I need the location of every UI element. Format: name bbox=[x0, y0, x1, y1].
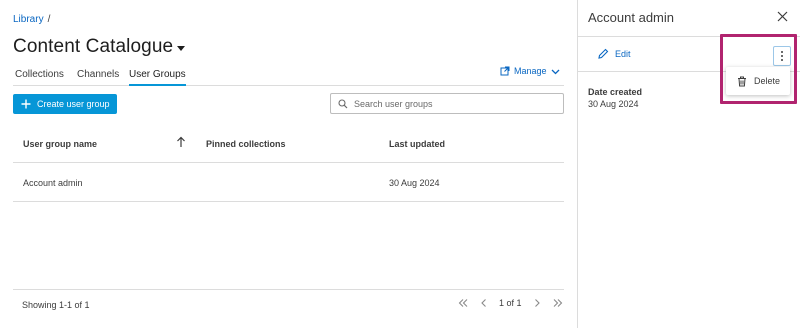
last-page-icon[interactable] bbox=[552, 296, 564, 310]
column-header-pinned-collections[interactable]: Pinned collections bbox=[206, 139, 286, 149]
trash-icon bbox=[738, 76, 746, 86]
external-link-icon bbox=[500, 66, 510, 76]
showing-count: Showing 1-1 of 1 bbox=[22, 300, 90, 310]
column-header-last-updated[interactable]: Last updated bbox=[389, 139, 445, 149]
cell-last-updated: 30 Aug 2024 bbox=[389, 178, 440, 188]
date-created-label: Date created bbox=[588, 87, 643, 97]
search-input[interactable] bbox=[354, 98, 554, 109]
delete-menu-item[interactable]: Delete bbox=[726, 67, 790, 95]
panel-title: Account admin bbox=[588, 10, 674, 25]
delete-label: Delete bbox=[754, 76, 781, 86]
tab-channels[interactable]: Channels bbox=[77, 69, 119, 84]
sort-ascending-arrow-icon[interactable] bbox=[176, 136, 186, 150]
main-content: Library / Content Catalogue Collections … bbox=[0, 0, 577, 328]
create-user-group-label: Create user group bbox=[37, 99, 110, 109]
chevron-down-icon bbox=[551, 69, 559, 74]
tab-user-groups[interactable]: User Groups bbox=[129, 69, 186, 86]
kebab-menu-icon bbox=[781, 51, 783, 61]
close-icon[interactable] bbox=[777, 9, 788, 27]
details-panel: Account admin Edit Date created 30 Aug 2… bbox=[577, 0, 800, 328]
breadcrumb: Library / bbox=[13, 14, 50, 25]
pagination: 1 of 1 bbox=[457, 296, 564, 310]
pencil-icon bbox=[598, 48, 609, 59]
previous-page-icon[interactable] bbox=[478, 296, 490, 310]
manage-label: Manage bbox=[514, 66, 547, 76]
title-dropdown-caret-icon[interactable] bbox=[177, 45, 186, 51]
first-page-icon[interactable] bbox=[457, 296, 469, 310]
table-footer: Showing 1-1 of 1 1 of 1 bbox=[13, 289, 564, 319]
page-indicator: 1 of 1 bbox=[499, 298, 522, 308]
manage-button[interactable]: Manage bbox=[500, 66, 560, 76]
panel-divider bbox=[578, 36, 800, 37]
column-header-user-group-name[interactable]: User group name bbox=[23, 139, 97, 149]
search-icon bbox=[338, 98, 348, 108]
table-row[interactable]: Account admin 30 Aug 2024 bbox=[13, 163, 564, 202]
search-box bbox=[330, 93, 564, 114]
plus-icon bbox=[21, 99, 31, 109]
breadcrumb-separator: / bbox=[47, 14, 51, 25]
page-title: Content Catalogue bbox=[13, 36, 186, 58]
tab-bar: Collections Channels User Groups bbox=[13, 68, 564, 86]
table-header: User group name Pinned collections Last … bbox=[13, 124, 564, 163]
date-created-value: 30 Aug 2024 bbox=[588, 99, 639, 109]
breadcrumb-library-link[interactable]: Library bbox=[13, 14, 44, 25]
edit-button[interactable]: Edit bbox=[597, 48, 631, 60]
cell-user-group-name: Account admin bbox=[23, 178, 83, 188]
tab-collections[interactable]: Collections bbox=[15, 69, 64, 84]
page-title-text: Content Catalogue bbox=[13, 36, 174, 57]
more-options-button[interactable] bbox=[773, 46, 791, 66]
next-page-icon[interactable] bbox=[531, 296, 543, 310]
create-user-group-button[interactable]: Create user group bbox=[13, 94, 117, 114]
user-groups-table: User group name Pinned collections Last … bbox=[13, 124, 564, 202]
edit-label: Edit bbox=[615, 49, 631, 59]
